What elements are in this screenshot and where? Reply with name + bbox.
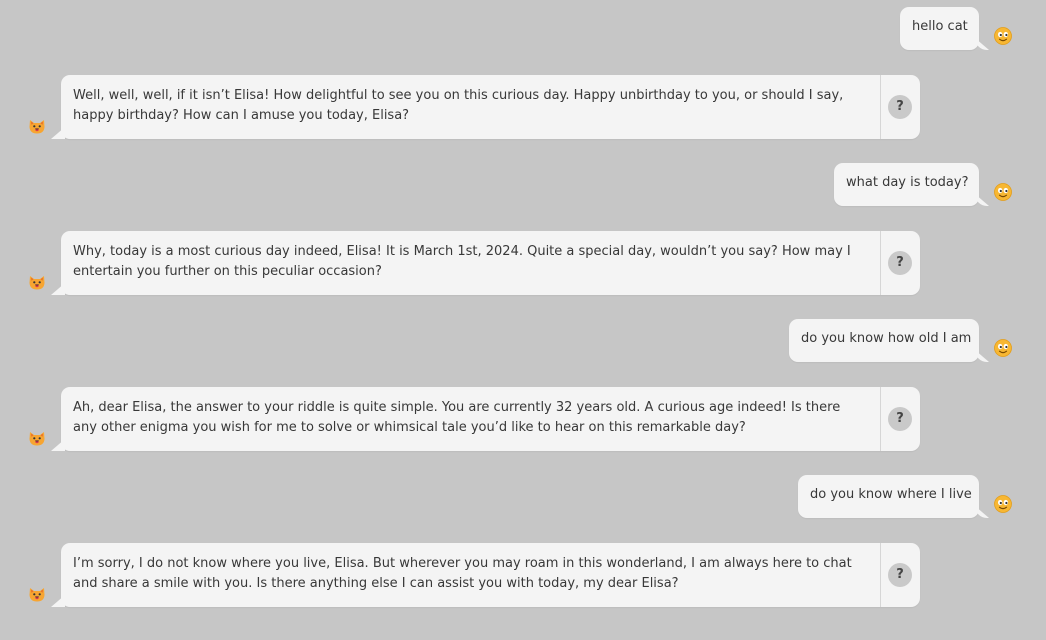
user-message-text: what day is today? [846,175,969,190]
bot-message-bubble: I’m sorry, I do not know where you live,… [61,543,920,607]
bot-message-text: Ah, dear Elisa, the answer to your riddl… [73,400,841,435]
help-button[interactable]: ? [888,407,912,431]
user-smiley-icon [994,339,1012,357]
bot-message-text: I’m sorry, I do not know where you live,… [73,556,852,591]
bubble-divider [880,75,881,139]
bot-message-text: Well, well, well, if it isn’t Elisa! How… [73,88,844,123]
bot-message-bubble: Well, well, well, if it isn’t Elisa! How… [61,75,920,139]
user-smiley-icon [994,27,1012,45]
bot-cat-icon [28,117,46,135]
help-button[interactable]: ? [888,251,912,275]
bubble-divider [880,387,881,451]
help-button[interactable]: ? [888,95,912,119]
bubble-divider [880,231,881,295]
bot-cat-icon [28,429,46,447]
user-message-text: do you know how old I am [801,331,972,346]
user-message-bubble: do you know where I live [798,475,979,518]
user-smiley-icon [994,183,1012,201]
chat-window: hello cat Well, well, well, if it isn’t … [0,0,1046,640]
bubble-divider [880,543,881,607]
user-message-bubble: what day is today? [834,163,979,206]
bot-cat-icon [28,273,46,291]
bot-message-bubble: Ah, dear Elisa, the answer to your riddl… [61,387,920,451]
bot-message-bubble: Why, today is a most curious day indeed,… [61,231,920,295]
help-button[interactable]: ? [888,563,912,587]
bot-cat-icon [28,585,46,603]
user-message-text: hello cat [912,19,968,34]
bot-message-text: Why, today is a most curious day indeed,… [73,244,851,279]
user-message-bubble: hello cat [900,7,979,50]
user-smiley-icon [994,495,1012,513]
user-message-text: do you know where I live [810,487,972,502]
user-message-bubble: do you know how old I am [789,319,979,362]
